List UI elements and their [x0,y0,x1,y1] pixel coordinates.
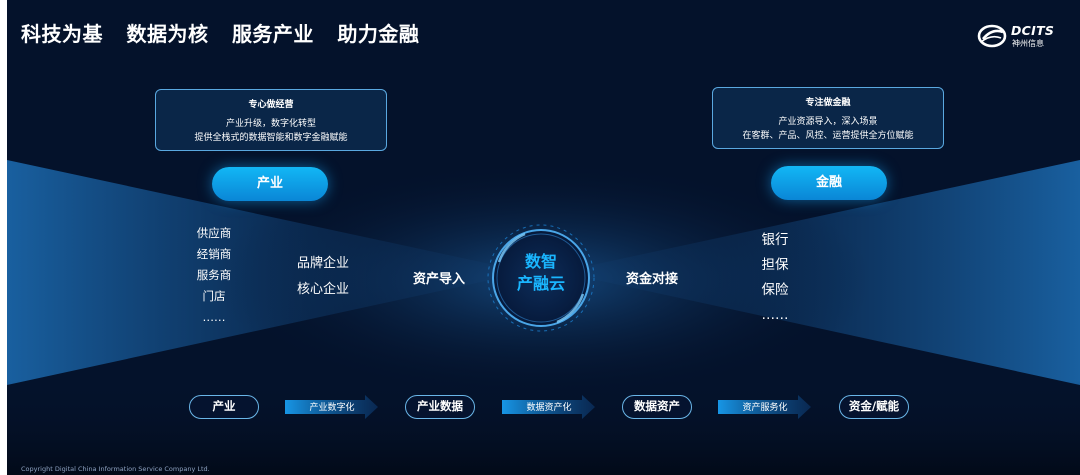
hub-label-line-2: 产融云 [516,274,565,293]
hub-label-line-1: 数智 [524,252,557,271]
logo-brand-text: DCITS [1011,23,1055,38]
flow-arrow-servitization: 资产服务化 [718,394,812,420]
list-item: 担保 [761,257,789,273]
copyright-footer: Copyright Digital China Information Serv… [21,465,210,473]
list-item: 服务商 [196,268,232,282]
hub-label: 数智 产融云 [485,251,597,295]
finance-box-title: 专注做金融 [805,98,851,108]
industry-pill: 产业 [212,167,328,201]
finance-description-box: 专注做金融 产业资源导入，深入场景 在客群、产品、风控、运营提供全方位赋能 [712,87,944,149]
list-item: 门店 [202,289,226,303]
finance-pill: 金融 [771,166,887,200]
list-item: …… [761,307,789,323]
industry-box-title: 专心做经营 [248,100,294,110]
finance-box-line-2: 在客群、产品、风控、运营提供全方位赋能 [742,131,914,141]
flow-node-funds-empowerment: 资金/赋能 [839,395,909,419]
hub-circle: 数智 产融云 [485,222,597,334]
flow-arrow-label: 数据资产化 [526,403,572,413]
title-part-4: 助力金融 [337,22,420,46]
flow-node-industry: 产业 [189,395,259,419]
industry-description-box: 专心做经营 产业升级，数字化转型 提供全栈式的数据智能和数字金融赋能 [155,89,387,151]
title-part-2: 数据为核 [126,22,209,46]
flow-node-data-assets: 数据资产 [622,395,692,419]
page-title: 科技为基 数据为核 服务产业 助力金融 [21,18,435,47]
flow-arrow-label: 资产服务化 [742,403,788,413]
list-item: 供应商 [196,226,232,240]
logo-mark-icon [977,24,1007,48]
industry-box-line-1: 产业升级，数字化转型 [225,119,316,129]
flow-arrow-assetization: 数据资产化 [502,394,596,420]
slide: 科技为基 数据为核 服务产业 助力金融 DCITS 神州信息 专心做经营 产业升… [7,0,1080,475]
core-enterprise-list: 品牌企业 核心企业 [287,251,359,303]
dcits-logo: DCITS 神州信息 [977,22,1067,52]
asset-import-label: 资产导入 [413,272,466,287]
list-item: …… [202,310,226,324]
flow-arrow-digitization: 产业数字化 [285,394,379,420]
list-item: 经销商 [196,247,232,261]
flow-arrow-label: 产业数字化 [309,403,355,413]
list-item: 品牌企业 [296,256,349,271]
list-item: 核心企业 [296,282,349,297]
title-part-1: 科技为基 [21,22,103,46]
industry-participant-list: 供应商 经销商 服务商 门店 …… [184,223,244,328]
flow-node-industry-data: 产业数据 [405,395,475,419]
list-item: 保险 [761,282,789,298]
title-part-3: 服务产业 [231,22,314,46]
logo-subtitle: 神州信息 [1012,39,1044,48]
industry-box-line-2: 提供全栈式的数据智能和数字金融赋能 [194,133,348,143]
list-item: 银行 [761,232,789,248]
fund-matching-label: 资金对接 [626,272,679,287]
finance-institution-list: 银行 担保 保险 …… [750,228,800,328]
finance-box-line-1: 产业资源导入，深入场景 [778,117,878,127]
